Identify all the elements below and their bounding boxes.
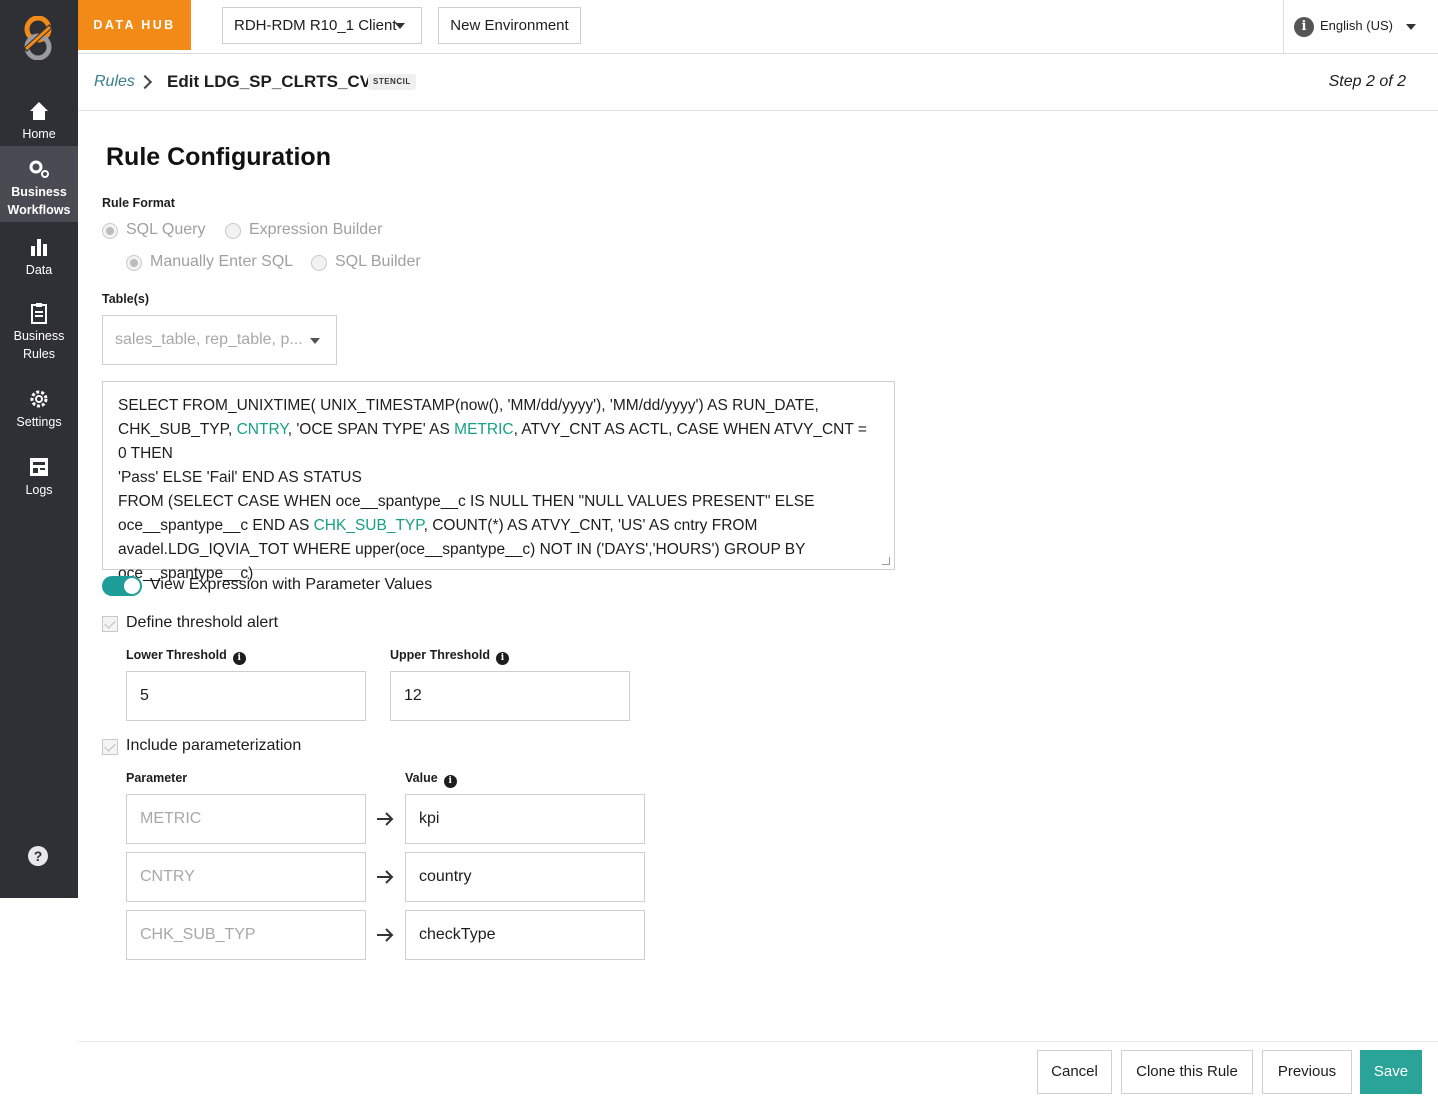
parameter-name-field: CHK_SUB_TYP bbox=[126, 910, 366, 960]
arrow-right-icon bbox=[377, 928, 394, 942]
rule-format-label: Rule Format bbox=[102, 196, 175, 210]
sql-line: FROM (SELECT CASE WHEN oce__spantype__c … bbox=[118, 493, 815, 510]
lower-threshold-label: Lower Threshold i bbox=[126, 648, 246, 665]
page-title: Edit LDG_SP_CLRTS_CVRG bbox=[167, 72, 397, 91]
sql-text: CHK_SUB_TYP, bbox=[118, 421, 237, 438]
breadcrumb: Rules Edit LDG_SP_CLRTS_CVRG STENCIL Ste… bbox=[78, 54, 1438, 111]
sidebar-item-logs[interactable]: Logs bbox=[0, 456, 78, 499]
logs-icon bbox=[30, 458, 48, 476]
upper-threshold-label: Upper Threshold i bbox=[390, 648, 510, 665]
threshold-checkbox[interactable] bbox=[102, 616, 118, 632]
arrow-right-icon bbox=[377, 812, 394, 826]
sql-parameter: CNTRY bbox=[236, 421, 288, 438]
sidebar-item-label: Business Rules bbox=[13, 329, 65, 361]
tables-select[interactable]: sales_table, rep_table, p... bbox=[102, 315, 337, 365]
view-expression-toggle[interactable] bbox=[102, 576, 142, 596]
radio-dot bbox=[126, 255, 142, 271]
threshold-checkbox-label: Define threshold alert bbox=[126, 614, 279, 631]
radio-dot bbox=[311, 255, 327, 271]
sql-parameter: METRIC bbox=[454, 421, 514, 438]
info-icon: i bbox=[1294, 17, 1314, 37]
lower-threshold-input[interactable]: 5 bbox=[126, 671, 366, 721]
sidebar-item-settings[interactable]: Settings bbox=[0, 388, 78, 431]
tables-label: Table(s) bbox=[102, 292, 149, 306]
toggle-label: View Expression with Parameter Values bbox=[150, 576, 433, 593]
cancel-button[interactable]: Cancel bbox=[1037, 1050, 1112, 1094]
resize-handle[interactable] bbox=[882, 557, 890, 565]
stencil-badge: STENCIL bbox=[368, 74, 416, 90]
parameterization-checkbox-label: Include parameterization bbox=[126, 737, 302, 754]
value-column-label: Value i bbox=[405, 771, 457, 788]
step-indicator: Step 2 of 2 bbox=[1328, 73, 1406, 90]
upper-threshold-text: Upper Threshold bbox=[390, 648, 491, 662]
previous-button[interactable]: Previous bbox=[1262, 1050, 1352, 1094]
language-select[interactable]: i English (US) bbox=[1283, 0, 1438, 53]
sidebar-item-data[interactable]: Data bbox=[0, 236, 78, 279]
sidebar: Home Business Workflows Data Business Ru… bbox=[0, 0, 78, 898]
radio-dot bbox=[102, 223, 118, 239]
brand-badge: DATA HUB bbox=[78, 0, 191, 50]
arrow-right-icon bbox=[377, 870, 394, 884]
new-environment-button[interactable]: New Environment bbox=[438, 7, 581, 44]
sql-line: oce__spantype__c END AS CHK_SUB_TYP, COU… bbox=[118, 514, 879, 538]
info-icon[interactable]: i bbox=[443, 775, 457, 788]
parameter-value-input[interactable]: kpi bbox=[405, 794, 645, 844]
info-icon[interactable]: i bbox=[232, 652, 246, 665]
clipboard-icon bbox=[31, 303, 47, 324]
sql-text: oce__spantype__c END AS bbox=[118, 517, 314, 534]
save-button[interactable]: Save bbox=[1360, 1050, 1422, 1094]
breadcrumb-rules-link[interactable]: Rules bbox=[94, 73, 135, 91]
radio-label: Expression Builder bbox=[249, 221, 383, 238]
sql-text: , COUNT(*) AS ATVY_CNT, 'US' AS cntry FR… bbox=[423, 517, 758, 534]
bar-chart-icon bbox=[31, 239, 47, 256]
radio-label: SQL Builder bbox=[335, 253, 421, 270]
sidebar-item-label: Home bbox=[22, 127, 56, 141]
sql-line: avadel.LDG_IQVIA_TOT WHERE upper(oce__sp… bbox=[118, 541, 806, 558]
client-select-value: RDH-RDM R10_1 Client bbox=[234, 17, 397, 34]
sidebar-item-label: Settings bbox=[16, 415, 62, 429]
sidebar-item-label: Data bbox=[25, 263, 53, 277]
parameter-value-input[interactable]: country bbox=[405, 852, 645, 902]
clone-rule-button[interactable]: Clone this Rule bbox=[1121, 1050, 1253, 1094]
language-label: English (US) bbox=[1320, 18, 1393, 33]
sql-text: , 'OCE SPAN TYPE' AS bbox=[287, 421, 455, 438]
app-logo[interactable] bbox=[15, 16, 61, 60]
sql-line: 'Pass' ELSE 'Fail' END AS STATUS bbox=[118, 469, 362, 486]
value-column-text: Value bbox=[405, 771, 438, 785]
toggle-knob bbox=[124, 578, 140, 594]
sql-line: CHK_SUB_TYP, CNTRY, 'OCE SPAN TYPE' AS M… bbox=[118, 418, 879, 466]
parameter-name-field: CNTRY bbox=[126, 852, 366, 902]
home-icon bbox=[30, 102, 48, 120]
section-heading: Rule Configuration bbox=[106, 143, 331, 171]
radio-label: Manually Enter SQL bbox=[150, 253, 294, 270]
parameterization-checkbox[interactable] bbox=[102, 739, 118, 755]
sidebar-item-label: Business Workflows bbox=[7, 185, 71, 217]
lower-threshold-text: Lower Threshold bbox=[126, 648, 227, 662]
sidebar-item-home[interactable]: Home bbox=[0, 100, 78, 143]
sidebar-item-business-rules[interactable]: Business Rules bbox=[0, 302, 78, 363]
sql-line: SELECT FROM_UNIXTIME( UNIX_TIMESTAMP(now… bbox=[118, 397, 819, 414]
sql-parameter: CHK_SUB_TYP bbox=[313, 517, 424, 534]
sidebar-item-label: Logs bbox=[25, 483, 53, 497]
gear-icon bbox=[30, 390, 48, 408]
chevron-right-icon bbox=[137, 74, 153, 90]
upper-threshold-input[interactable]: 12 bbox=[390, 671, 630, 721]
info-icon[interactable]: i bbox=[496, 652, 510, 665]
top-bar: DATA HUB RDH-RDM R10_1 Client New Enviro… bbox=[78, 0, 1438, 54]
sidebar-item-business-workflows[interactable]: Business Workflows bbox=[0, 146, 78, 222]
parameter-value-input[interactable]: checkType bbox=[405, 910, 645, 960]
parameter-column-label: Parameter bbox=[126, 771, 188, 785]
footer-actions: Cancel Clone this Rule Previous Save bbox=[78, 1041, 1438, 1100]
parameter-name-field: METRIC bbox=[126, 794, 366, 844]
chevron-down-icon bbox=[395, 23, 405, 29]
sql-editor[interactable]: SELECT FROM_UNIXTIME( UNIX_TIMESTAMP(now… bbox=[102, 381, 895, 582]
gears-icon bbox=[29, 160, 49, 178]
help-icon[interactable]: ? bbox=[28, 846, 48, 866]
chevron-down-icon bbox=[1406, 24, 1416, 30]
chevron-down-icon bbox=[310, 338, 320, 344]
radio-label: SQL Query bbox=[126, 221, 206, 238]
radio-dot bbox=[225, 223, 241, 239]
client-select[interactable]: RDH-RDM R10_1 Client bbox=[222, 7, 422, 44]
tables-select-value: sales_table, rep_table, p... bbox=[115, 331, 303, 348]
